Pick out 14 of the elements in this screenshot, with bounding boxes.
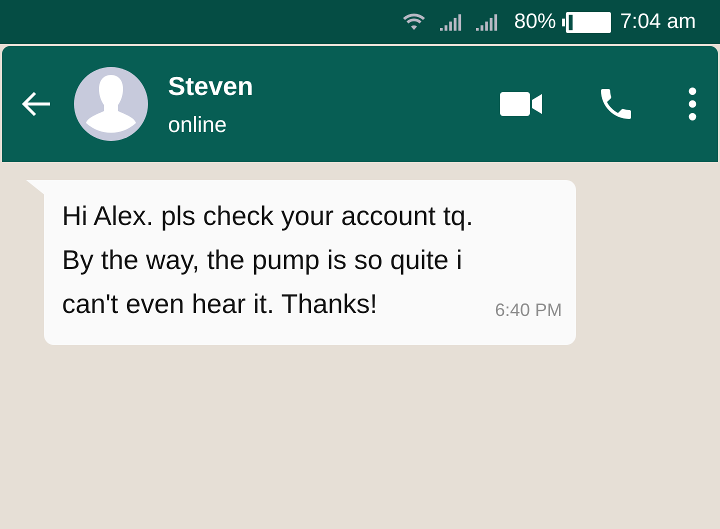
presence-status: online: [168, 112, 228, 138]
video-call-icon[interactable]: [500, 91, 544, 117]
status-time: 7:04 am: [620, 10, 696, 34]
more-options-icon[interactable]: [688, 87, 697, 121]
avatar[interactable]: [74, 67, 148, 141]
message-text: Hi Alex. pls check your account tq. By the way, the pump is so quite i can't even hear it. Thanks!: [62, 200, 474, 321]
signal-icon: [440, 12, 462, 32]
contact-name: Steven: [168, 70, 254, 102]
battery-icon: [562, 10, 612, 34]
wifi-icon: [402, 12, 426, 32]
battery-percentage: 80%: [514, 10, 556, 34]
message-time: 6:40 PM: [494, 300, 562, 321]
signal-icon: [476, 12, 498, 32]
back-arrow-icon[interactable]: [20, 90, 52, 118]
